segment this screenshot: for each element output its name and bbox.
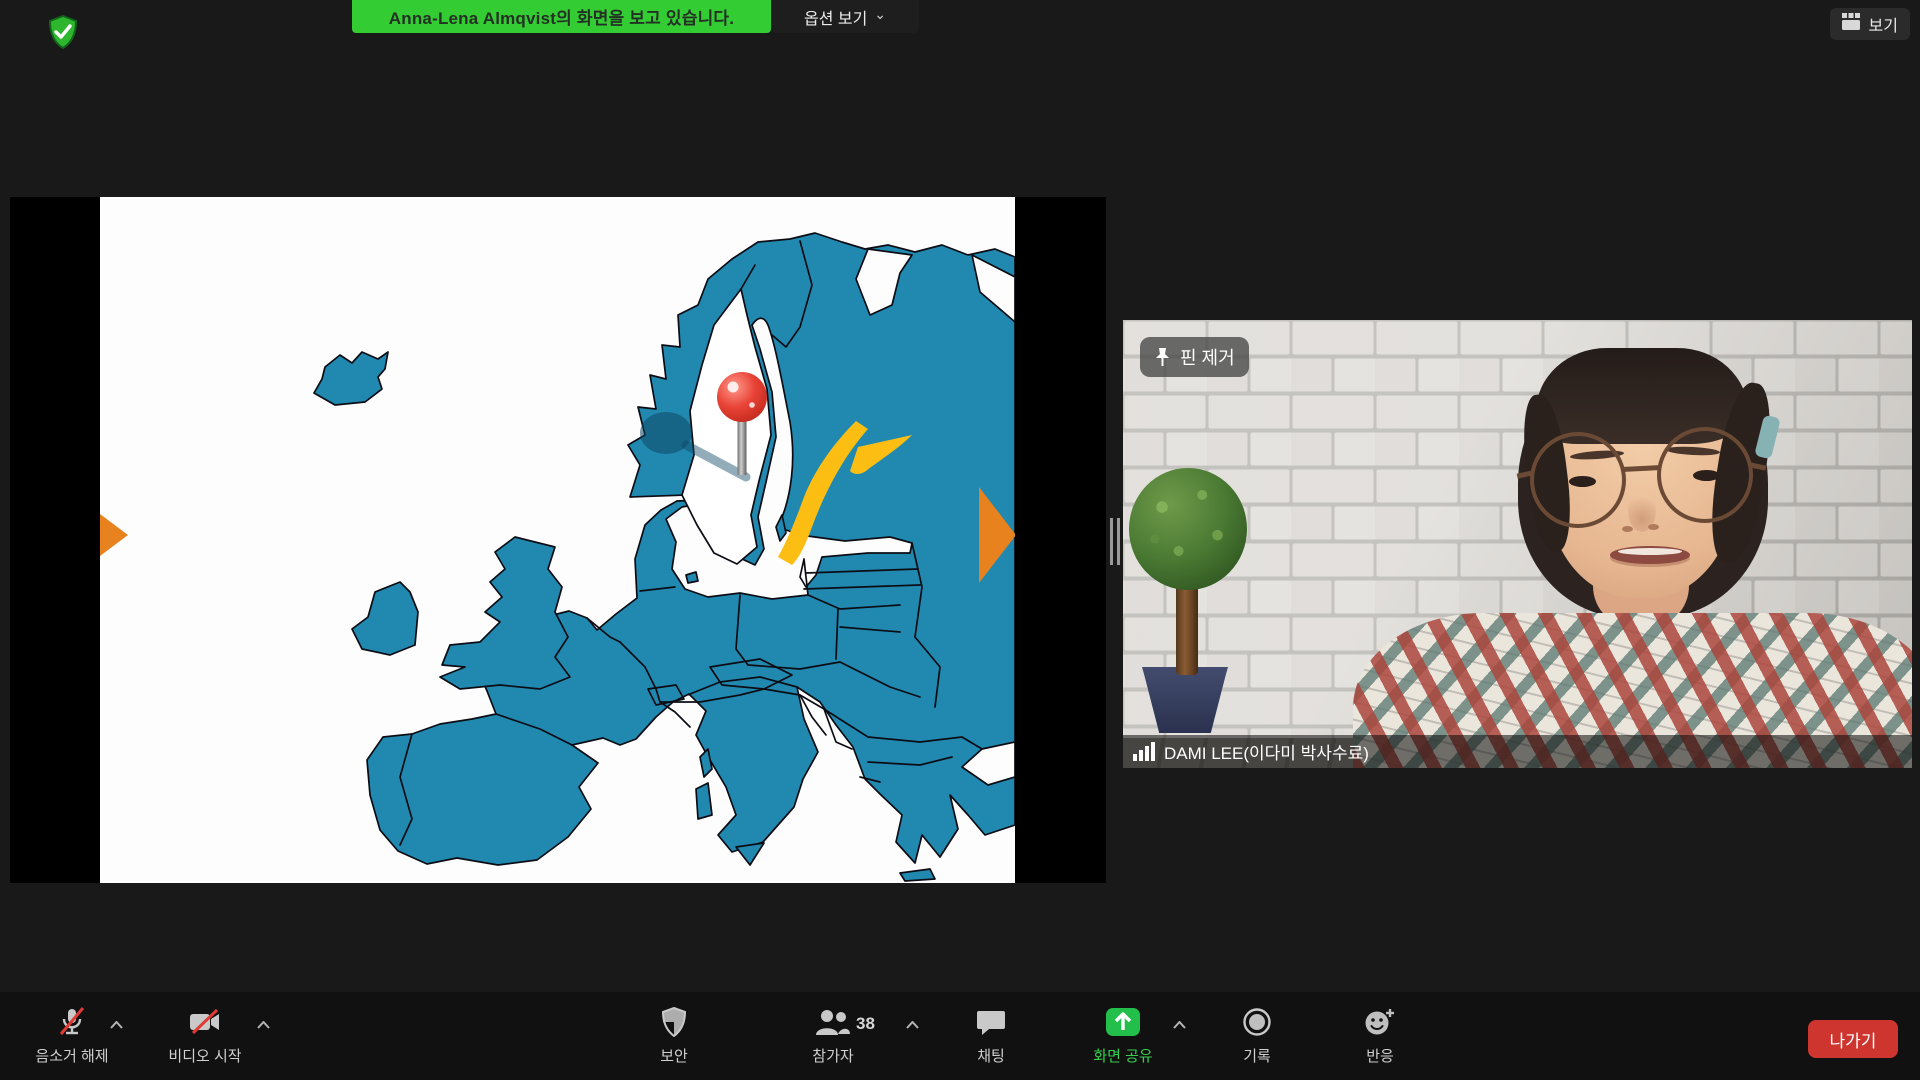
- view-options-dropdown[interactable]: 옵션 보기 ⌄: [771, 0, 919, 33]
- presentation-slide: [100, 197, 1015, 883]
- chat-button[interactable]: 채팅: [926, 992, 1056, 1080]
- start-video-label: 비디오 시작: [168, 1045, 241, 1066]
- banner-text: Anna-Lena Almqvist의 화면을 보고 있습니다.: [389, 4, 734, 29]
- shared-screen-stage: [10, 197, 1106, 883]
- security-button[interactable]: 보안: [609, 992, 739, 1080]
- remove-pin-label: 핀 제거: [1180, 344, 1235, 370]
- plant-foliage: [1129, 468, 1247, 590]
- reactions-label: 반응: [1366, 1045, 1394, 1066]
- share-screen-label: 화면 공유: [1093, 1045, 1152, 1066]
- participants-icon: [814, 1006, 852, 1038]
- meeting-security-shield-icon[interactable]: [45, 14, 81, 50]
- video-options-chevron[interactable]: [252, 1016, 274, 1034]
- participants-label: 참가자: [812, 1045, 853, 1066]
- camera-off-icon: [187, 1006, 223, 1038]
- participant-video-tile[interactable]: 핀 제거 DAMI LEE(이다미 박사수료): [1123, 320, 1912, 768]
- participant-name-bar: DAMI LEE(이다미 박사수료): [1123, 735, 1912, 768]
- participants-count[interactable]: 38: [856, 1014, 875, 1034]
- share-screen-button[interactable]: 화면 공유: [1058, 992, 1188, 1080]
- security-label: 보안: [660, 1045, 688, 1066]
- view-button-label: 보기: [1869, 12, 1898, 36]
- plant-trunk: [1176, 583, 1198, 675]
- view-options-label: 옵션 보기: [804, 5, 867, 29]
- chevron-down-icon: ⌄: [874, 6, 886, 23]
- participants-button[interactable]: 참가자: [768, 992, 898, 1080]
- audio-level-icon: [1133, 742, 1155, 761]
- record-label: 기록: [1243, 1045, 1271, 1066]
- unmute-button[interactable]: 음소거 해제: [7, 992, 137, 1080]
- chat-bubble-icon: [976, 1006, 1006, 1038]
- pushpin-icon: [1154, 347, 1171, 367]
- view-button[interactable]: 보기: [1830, 8, 1910, 40]
- chat-label: 채팅: [977, 1045, 1005, 1066]
- screen-share-banner: Anna-Lena Almqvist의 화면을 보고 있습니다.: [352, 0, 771, 33]
- leave-label: 나가기: [1830, 1027, 1877, 1052]
- participant-name: DAMI LEE(이다미 박사수료): [1164, 739, 1369, 764]
- start-video-button[interactable]: 비디오 시작: [140, 992, 270, 1080]
- meeting-toolbar: 음소거 해제 비디오 시작 보안: [0, 992, 1920, 1080]
- nostril: [1648, 524, 1659, 530]
- slide-prev-arrow: [100, 514, 128, 556]
- share-screen-icon: [1104, 1006, 1142, 1038]
- share-options-chevron[interactable]: [1168, 1016, 1190, 1034]
- reactions-button[interactable]: 반응: [1315, 992, 1445, 1080]
- smiley-plus-icon: [1364, 1006, 1396, 1038]
- microphone-muted-icon: [57, 1006, 87, 1038]
- panel-resize-handle[interactable]: [1110, 518, 1124, 565]
- mouth: [1610, 546, 1690, 564]
- glasses-lens: [1530, 432, 1626, 528]
- nostril: [1622, 526, 1633, 532]
- slide-next-arrow: [979, 487, 1015, 583]
- leave-meeting-button[interactable]: 나가기: [1808, 1020, 1898, 1058]
- unmute-label: 음소거 해제: [35, 1045, 108, 1066]
- remove-pin-button[interactable]: 핀 제거: [1140, 337, 1249, 377]
- mic-options-chevron[interactable]: [105, 1016, 127, 1034]
- participants-chevron[interactable]: [901, 1016, 923, 1034]
- europe-map: [100, 197, 1015, 883]
- glasses-lens: [1657, 427, 1753, 523]
- security-shield-icon: [661, 1006, 687, 1038]
- record-button[interactable]: 기록: [1192, 992, 1322, 1080]
- record-icon: [1242, 1006, 1272, 1038]
- gallery-grid-icon: [1842, 13, 1861, 35]
